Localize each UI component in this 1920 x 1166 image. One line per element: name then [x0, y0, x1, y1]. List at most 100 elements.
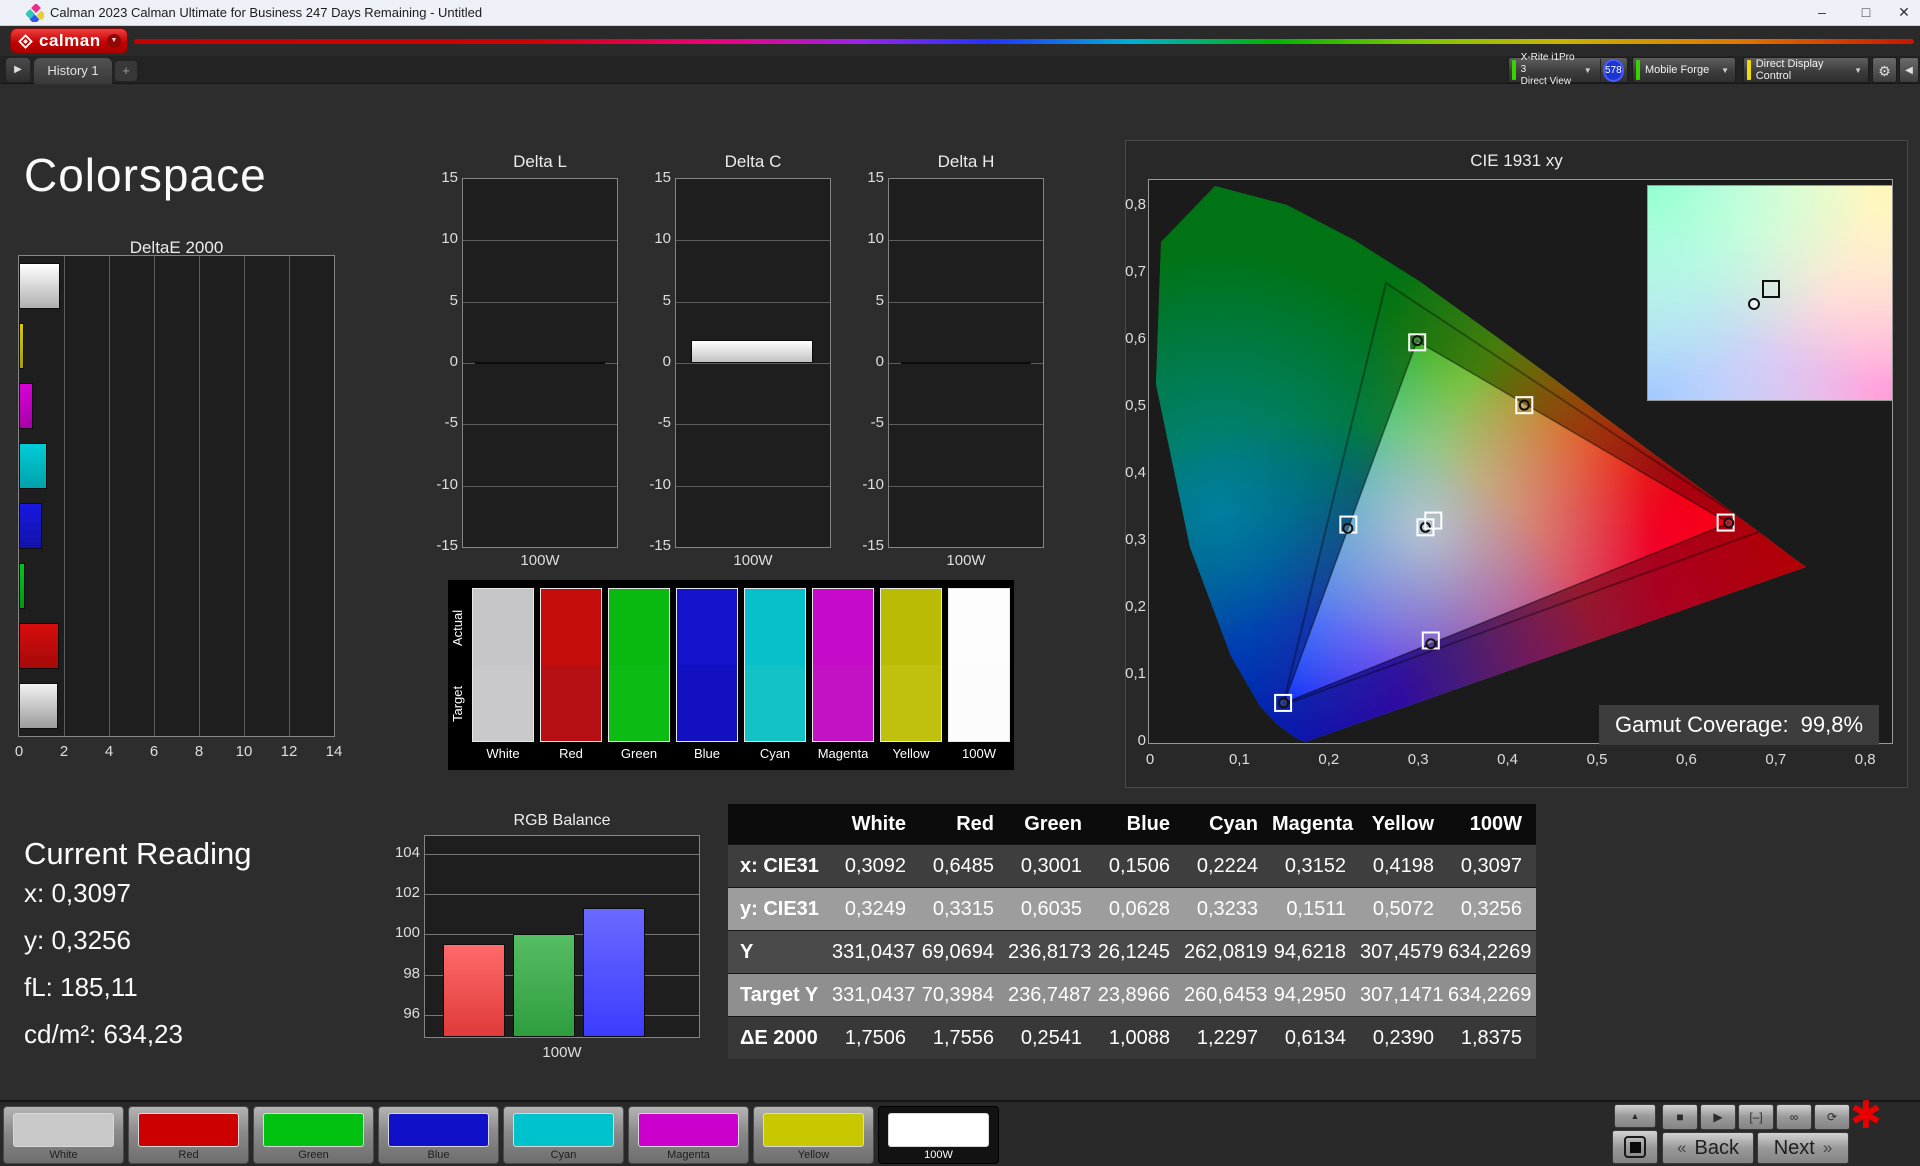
next-button[interactable]: Next » — [1757, 1132, 1849, 1164]
table-row: ΔE 2000 1,7506 1,7556 0,2541 1,0088 1,2297 0,6… — [728, 1016, 1536, 1059]
swatch-label: Magenta — [817, 746, 869, 761]
refresh-button[interactable]: ⟳ — [1814, 1104, 1850, 1130]
patch-button-cyan[interactable]: Cyan — [503, 1106, 624, 1164]
table-row: y: CIE31 0,3249 0,3315 0,6035 0,0628 0,3233 0,… — [728, 887, 1536, 930]
swatch-label: Cyan — [759, 746, 791, 761]
chevron-left-icon: ◀ — [1905, 65, 1913, 76]
divider — [1599, 59, 1601, 81]
swatch-actual — [677, 589, 737, 665]
rgb-y-tick: 104 — [394, 844, 420, 861]
actual-target-swatch-panel: Actual Target White Red Green Blue Cyan Magen… — [448, 580, 1014, 770]
delta-y-tick: -10 — [436, 476, 458, 493]
cie-measured-circle-red — [1723, 517, 1735, 529]
patch-button-blue[interactable]: Blue — [378, 1106, 499, 1164]
swatch-actual — [881, 589, 941, 665]
patch-label: Green — [298, 1149, 329, 1161]
table-value-cell: 0,4198 — [1372, 855, 1434, 877]
meter-label: X-Rite i1Pro 3 Direct View — [1520, 52, 1575, 87]
eject-button[interactable]: ▲ — [1614, 1104, 1656, 1128]
deltae-x-axis: 0 2 4 6 8 10 12 14 — [15, 743, 345, 761]
stop-measure-button[interactable] — [1612, 1130, 1658, 1164]
patch-label: Blue — [427, 1149, 450, 1161]
delta-l-chart — [462, 178, 618, 548]
delta-gridline — [676, 363, 830, 364]
swatch-target — [609, 665, 669, 741]
table-row: Target Y 331,0437 70,3984 236,7487 23,8966 26… — [728, 973, 1536, 1016]
swatch-green — [608, 588, 670, 742]
color-patch — [638, 1113, 739, 1147]
delta-gridline — [463, 302, 617, 303]
swatch-target — [813, 665, 873, 741]
patch-button-red[interactable]: Red — [128, 1106, 249, 1164]
table-value-cell: 307,4579 — [1360, 941, 1444, 963]
deltae-gridline — [244, 256, 245, 736]
deltae-bar-white — [19, 683, 58, 729]
rgb-gridline — [425, 854, 699, 855]
table-row-label: Y — [740, 941, 754, 963]
swatch-label: Green — [620, 746, 658, 761]
table-value-cell: 236,7487 — [1008, 984, 1092, 1006]
deltae-gridline — [64, 256, 65, 736]
minimize-button[interactable]: – — [1800, 0, 1844, 25]
delta-y-tick: 0 — [875, 353, 884, 370]
stop-button[interactable]: ■ — [1662, 1104, 1698, 1130]
pattern-source-button[interactable]: Mobile Forge ▼ — [1632, 57, 1736, 83]
table-value-cell: 70,3984 — [921, 984, 994, 1006]
close-button[interactable]: ✕ — [1882, 0, 1920, 25]
patch-button-yellow[interactable]: Yellow — [753, 1106, 874, 1164]
deltae-gridline — [154, 256, 155, 736]
deltae-x-tick: 6 — [149, 743, 159, 760]
cie-x-tick: 0,2 — [1318, 751, 1340, 768]
display-control-button[interactable]: Direct Display Control ▼ — [1743, 57, 1869, 83]
swatch-red — [540, 588, 602, 742]
add-tab-button[interactable]: + — [115, 61, 137, 81]
sidebar-expander-button[interactable]: ▶ — [6, 58, 30, 82]
deltae-x-tick: 12 — [280, 743, 298, 760]
tab-history-1[interactable]: History 1 — [34, 58, 112, 84]
up-arrow-icon: ▲ — [1630, 1111, 1640, 1121]
calman-menu-button[interactable]: calman ▼ — [10, 28, 128, 54]
rgb-balance-title: RGB Balance — [513, 812, 611, 829]
deltae-gridline — [199, 256, 200, 736]
meter-count-badge[interactable]: 578 — [1602, 58, 1625, 82]
swatch-actual — [745, 589, 805, 665]
cie-x-tick: 0 — [1145, 751, 1155, 768]
patch-button-white[interactable]: White — [3, 1106, 124, 1164]
deltae-bar-red — [19, 623, 59, 669]
table-value-cell: 1,8375 — [1460, 1027, 1522, 1049]
cie-measured-circle-cyan — [1342, 522, 1354, 534]
interval-button[interactable]: [–] — [1738, 1104, 1774, 1130]
title-bar: Calman 2023 Calman Ultimate for Business… — [0, 0, 1920, 26]
bottom-bar: White Red Green Blue Cyan Magenta Yellow 100W ▲… — [0, 1095, 1920, 1166]
white-measured-marker — [1748, 298, 1760, 310]
table-value-cell: 0,3233 — [1196, 898, 1258, 920]
table-value-cell: 634,2269 — [1448, 941, 1532, 963]
settings-button[interactable]: ⚙ — [1872, 57, 1897, 83]
meter-selector-button[interactable]: X-Rite i1Pro 3 Direct View ▼ 578 — [1508, 52, 1628, 87]
deltae-bar-cyan — [19, 443, 47, 489]
deltae-bar-blue — [19, 503, 42, 549]
cie-x-tick: 0,3 — [1407, 751, 1429, 768]
back-button[interactable]: « Back — [1662, 1132, 1754, 1164]
table-value-cell: 0,2224 — [1196, 855, 1258, 877]
swatch-target — [881, 665, 941, 741]
table-column-header: Green — [1024, 813, 1082, 835]
patch-button-100w[interactable]: 100W — [878, 1106, 999, 1164]
cie-y-tick: 0,7 — [1125, 263, 1146, 280]
patch-button-magenta[interactable]: Magenta — [628, 1106, 749, 1164]
display-status-accent — [1747, 60, 1751, 80]
swatch-label: Blue — [693, 746, 721, 761]
table-value-cell: 260,6453 — [1184, 984, 1268, 1006]
reading-fl: fL: 185,11 — [24, 972, 138, 1002]
patch-label: 100W — [924, 1149, 953, 1161]
swatch-target — [745, 665, 805, 741]
swatch-actual — [609, 589, 669, 665]
patch-button-green[interactable]: Green — [253, 1106, 374, 1164]
play-button[interactable]: ▶ — [1700, 1104, 1736, 1130]
cie-y-tick: 0,1 — [1125, 665, 1146, 682]
continuous-button[interactable]: ∞ — [1776, 1104, 1812, 1130]
patch-label: Magenta — [667, 1149, 710, 1161]
delta-x-label: 100W — [946, 552, 986, 569]
collapse-panel-button[interactable]: ◀ — [1899, 57, 1919, 83]
table-value-cell: 0,2541 — [1020, 1027, 1082, 1049]
